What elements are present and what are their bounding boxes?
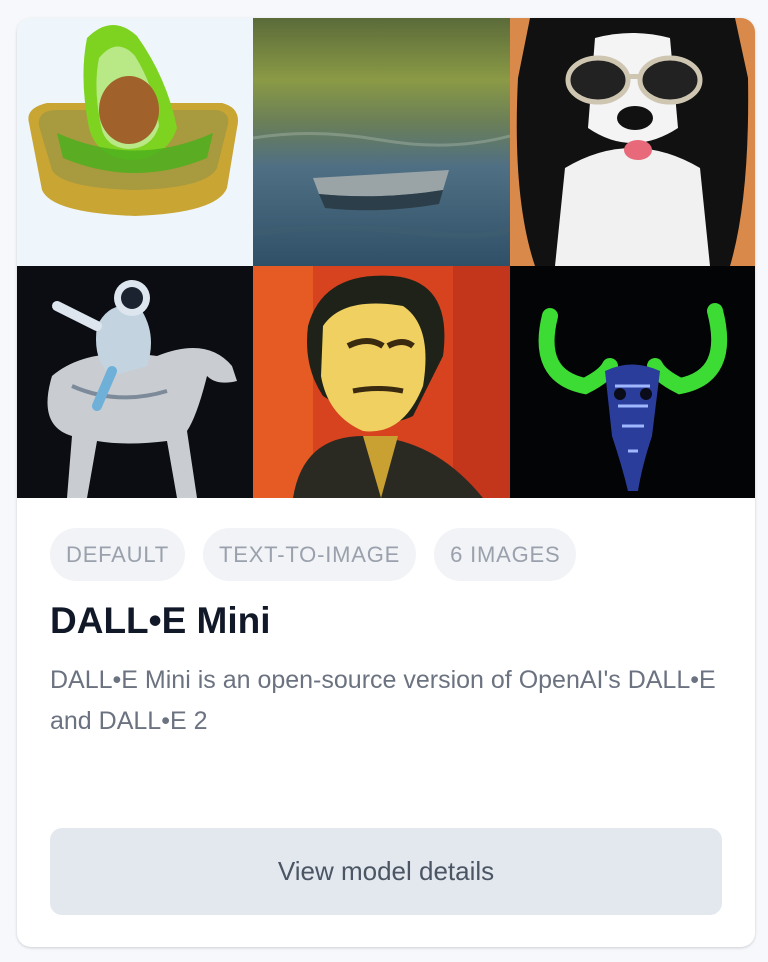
tag-list: DEFAULT TEXT-TO-IMAGE 6 IMAGES [50, 528, 577, 581]
image-astronaut-riding-horse[interactable] [17, 266, 253, 498]
image-avocado-armchair[interactable] [17, 18, 253, 266]
model-title: DALL•E Mini [50, 600, 271, 641]
tag-image-count: 6 IMAGES [434, 528, 577, 581]
tag-text-to-image: TEXT-TO-IMAGE [203, 528, 417, 581]
image-dog-with-sunglasses[interactable] [510, 18, 755, 266]
model-description: DALL•E Mini is an open-source version of… [50, 666, 716, 735]
tag-default: DEFAULT [50, 528, 185, 581]
model-card: DEFAULT TEXT-TO-IMAGE 6 IMAGES DALL•E Mi… [17, 18, 755, 947]
view-model-details-button[interactable]: View model details [50, 828, 722, 915]
image-boat-on-lake[interactable] [253, 18, 510, 266]
image-grid [17, 18, 755, 498]
image-portrait-painting[interactable] [253, 266, 510, 498]
image-neon-skull[interactable] [510, 266, 755, 498]
